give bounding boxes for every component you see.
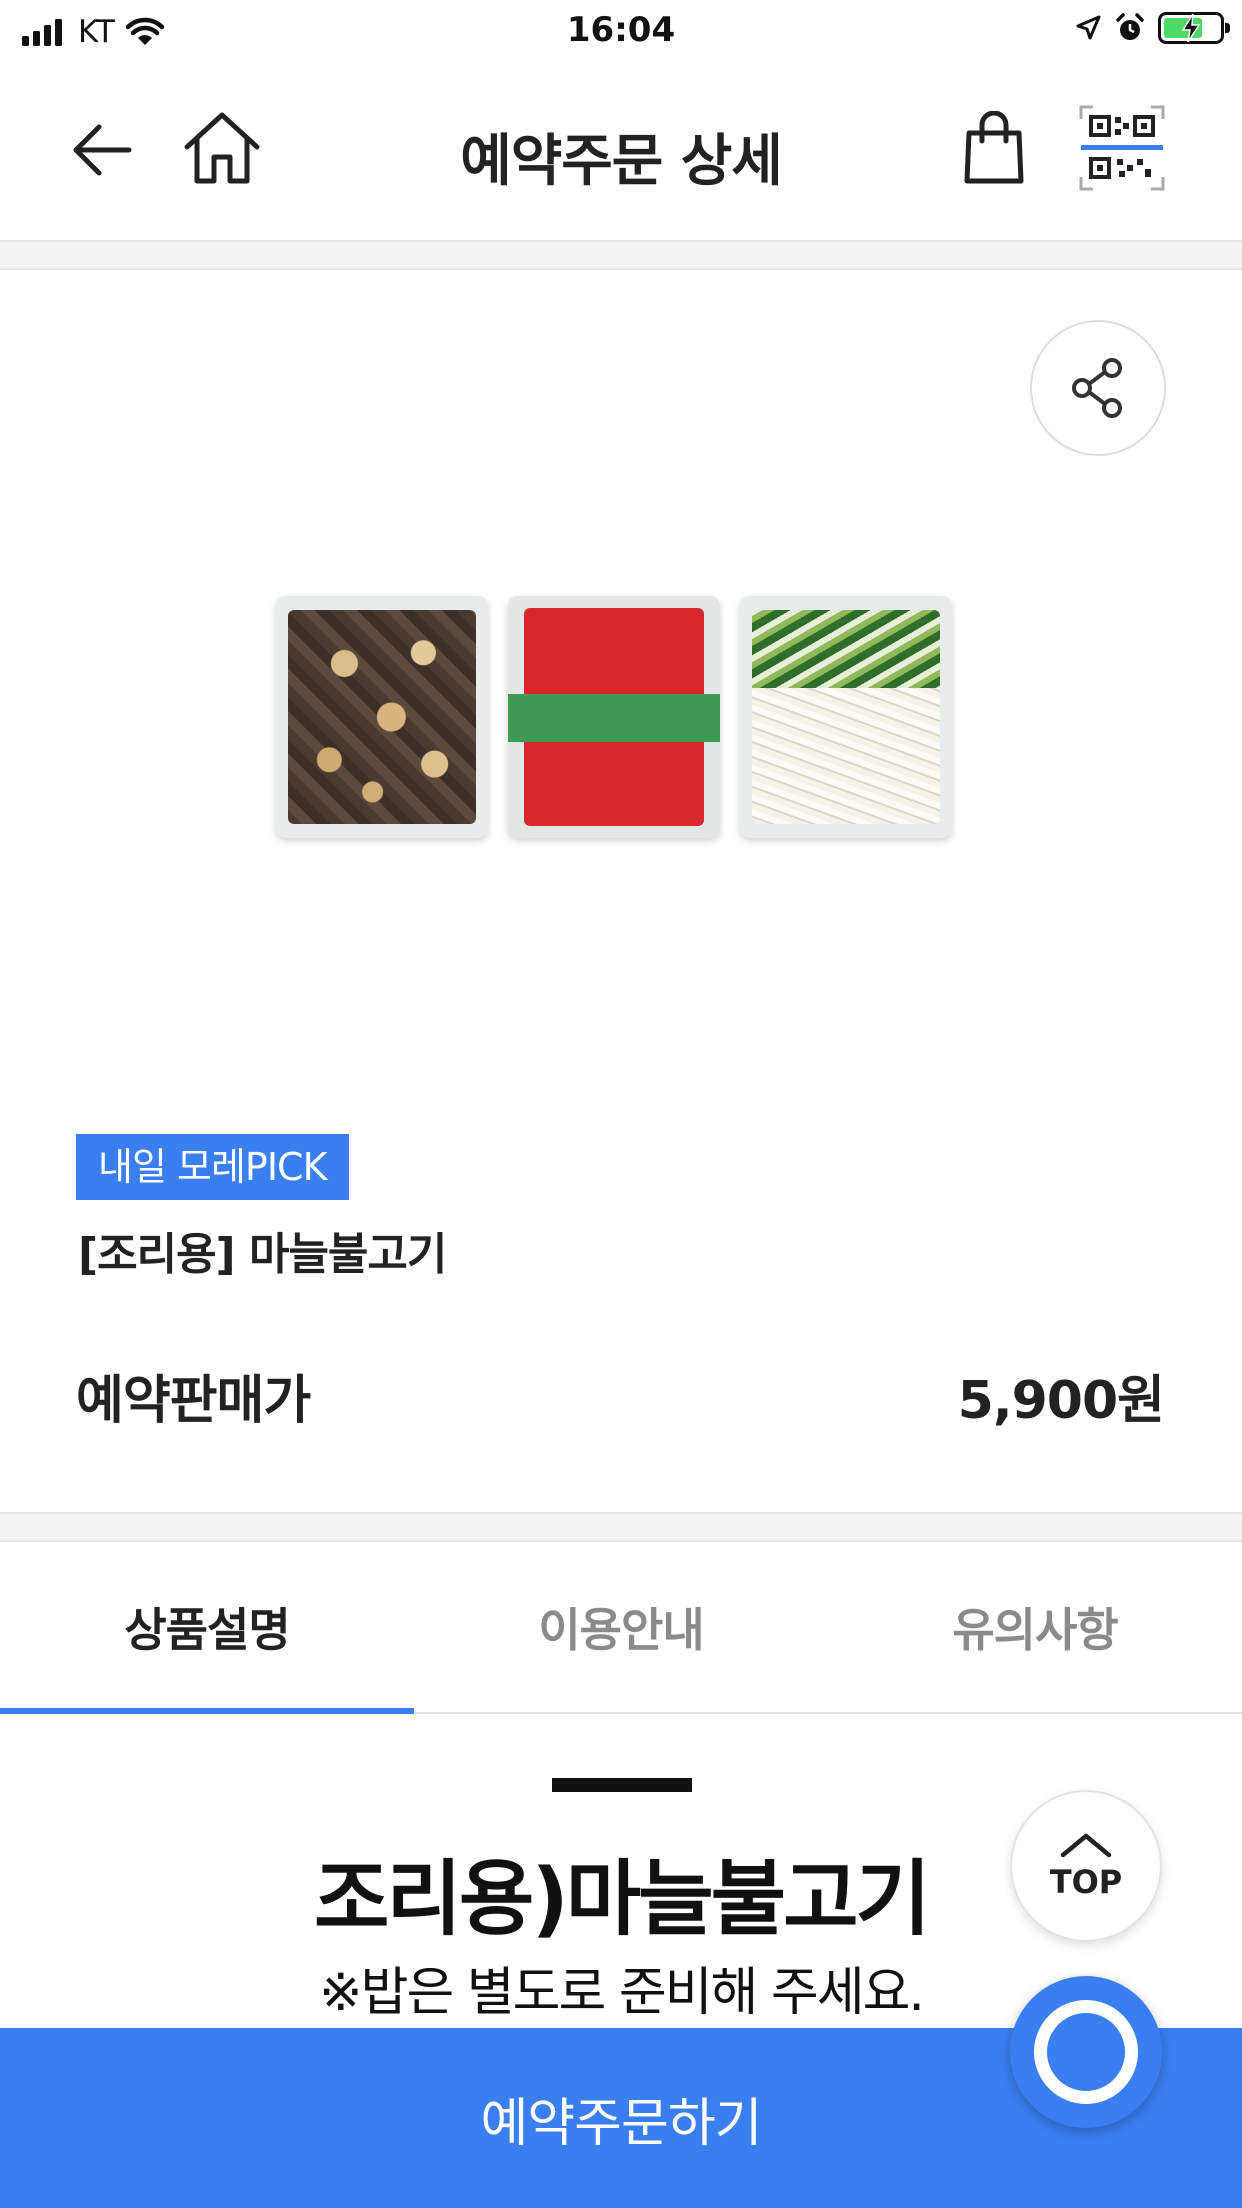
clock: 16:04 [566, 10, 676, 50]
pick-badge: 내일 모레PICK [76, 1134, 349, 1200]
status-right [1074, 12, 1230, 44]
product-name: [조리용] 마늘불고기 [78, 1229, 447, 1280]
description-divider-bar [552, 1778, 692, 1792]
status-bar: KT 16:04 [0, 0, 1242, 64]
scroll-top-label: TOP [1049, 1863, 1123, 1901]
share-button[interactable] [1030, 320, 1166, 456]
price-value: 5,900원 [957, 1371, 1165, 1431]
chat-button[interactable] [1010, 1976, 1162, 2128]
page-title: 예약주문 상세 [460, 129, 783, 194]
qr-code-icon [1079, 105, 1165, 191]
product-image [276, 596, 956, 842]
alarm-icon [1116, 13, 1144, 40]
chevron-up-icon [1060, 1833, 1112, 1858]
tab-usage-guide[interactable]: 이용안내 [414, 1542, 828, 1712]
qr-scan-button[interactable] [1078, 104, 1166, 192]
location-arrow-icon [1076, 15, 1101, 40]
app-header: 예약주문 상세 [0, 64, 1242, 240]
section-divider [0, 1512, 1242, 1542]
tab-precautions[interactable]: 유의사항 [828, 1542, 1242, 1712]
tab-bar: 상품설명 이용안내 유의사항 [0, 1542, 1242, 1714]
charging-bolt-icon [1181, 13, 1201, 43]
sauce-pouch-image [508, 596, 720, 838]
price-label: 예약판매가 [76, 1371, 311, 1431]
battery-icon [1158, 12, 1230, 44]
tab-product-description[interactable]: 상품설명 [0, 1542, 414, 1714]
cart-button[interactable] [958, 106, 1030, 190]
reserve-order-label: 예약주문하기 [480, 2093, 762, 2154]
section-divider [0, 240, 1242, 270]
scroll-top-button[interactable]: TOP [1010, 1790, 1162, 1942]
chat-ring-icon [1034, 2000, 1138, 2104]
meat-tray-image [276, 596, 488, 838]
vegetable-tray-image [740, 596, 952, 838]
shopping-bag-icon [964, 111, 1024, 184]
share-icon [1072, 358, 1122, 418]
